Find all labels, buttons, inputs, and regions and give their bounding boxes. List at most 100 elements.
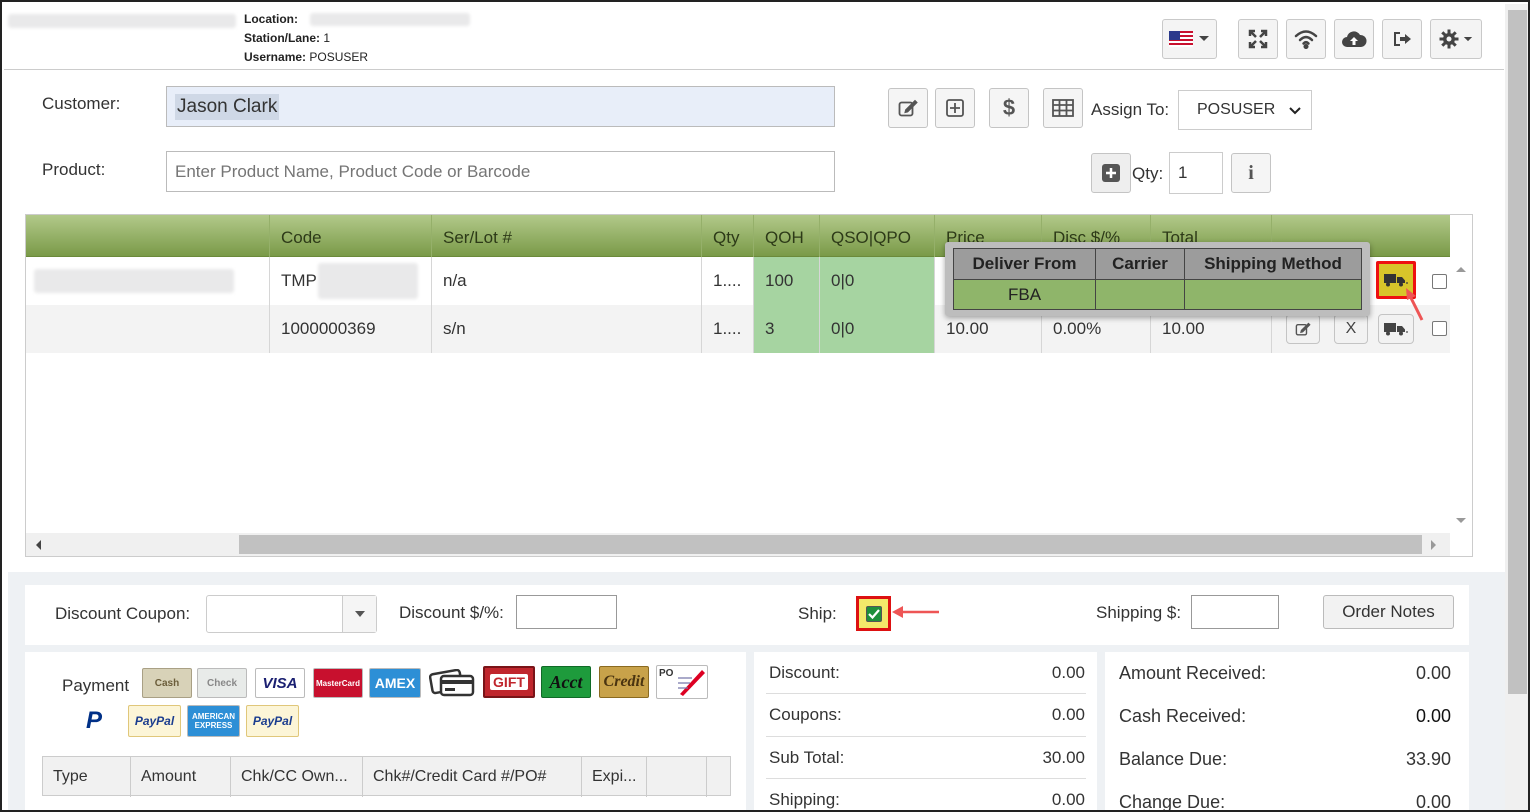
american-express-button[interactable]: AMERICAN EXPRESS [187, 705, 240, 737]
shipping-method-header: Shipping Method [1184, 248, 1362, 280]
cell-qoh: 3 [753, 305, 819, 353]
cloud-sync-button[interactable] [1334, 19, 1374, 59]
checkmark-icon [867, 608, 880, 619]
visa-payment-button[interactable]: VISA [255, 668, 305, 698]
logout-icon [1394, 32, 1411, 46]
mastercard-payment-button[interactable]: MasterCard [313, 668, 363, 698]
edit-customer-button[interactable] [888, 88, 928, 128]
settings-button[interactable] [1430, 19, 1482, 59]
gear-icon [1439, 29, 1459, 49]
paypal-alt-button[interactable]: PayPal [246, 705, 299, 737]
code-redacted [318, 263, 418, 299]
location-label: Location: [244, 12, 298, 26]
card-payment-button[interactable] [427, 668, 477, 698]
logout-button[interactable] [1382, 19, 1422, 59]
grid-scrollbar-horizontal[interactable] [26, 533, 1450, 556]
cell-qty[interactable]: 1.... [701, 257, 753, 305]
coupon-dropdown-toggle[interactable] [342, 596, 376, 632]
account-payment-button[interactable]: Acct [541, 666, 591, 698]
qty-input[interactable]: 1 [1169, 152, 1223, 194]
col-qoh[interactable]: QOH [753, 215, 819, 257]
paypal-button[interactable]: PayPal [128, 705, 181, 737]
qty-value: 1 [1178, 163, 1188, 182]
edit-line-button[interactable] [1286, 314, 1320, 344]
col-type[interactable]: Type [43, 757, 130, 797]
page-scrollbar[interactable] [1505, 4, 1528, 810]
credit-payment-button[interactable]: Credit [599, 666, 649, 698]
divider [766, 778, 1086, 779]
select-line-checkbox[interactable] [1432, 321, 1447, 336]
change-due-value: 0.00 [1415, 792, 1451, 812]
col-extra [646, 757, 706, 797]
payment-summary-panel: Amount Received: 0.00 Cash Received: 0.0… [1105, 652, 1469, 812]
truck-icon [1384, 323, 1408, 336]
edit-icon [898, 99, 918, 117]
product-search-input[interactable] [166, 151, 835, 192]
col-serlot[interactable]: Ser/Lot # [431, 215, 701, 257]
language-button[interactable] [1162, 19, 1217, 59]
cell-code: 1000000369 [269, 305, 431, 353]
add-customer-button[interactable] [935, 88, 975, 128]
annotation-arrow [1406, 288, 1424, 321]
col-owner[interactable]: Chk/CC Own... [230, 757, 362, 797]
wifi-button[interactable] [1286, 19, 1326, 59]
us-flag-icon [1169, 31, 1193, 47]
shipping-method-value [1184, 279, 1362, 310]
grid-scrollbar-vertical[interactable] [1450, 257, 1472, 533]
ship-checkbox[interactable] [865, 605, 882, 622]
col-card-number[interactable]: Chk#/Credit Card #/PO# [362, 757, 581, 797]
order-notes-button[interactable]: Order Notes [1323, 595, 1454, 629]
deliver-from-value: FBA [953, 279, 1096, 310]
pos-window: Location: Station/Lane: 1 Username: POSU… [0, 0, 1530, 812]
username-value: POSUSER [309, 50, 369, 64]
col-qso-qpo[interactable]: QSO|QPO [819, 215, 934, 257]
info-icon: i [1248, 161, 1254, 184]
cell-qoh: 100 [753, 257, 819, 305]
col-code[interactable]: Code [269, 215, 431, 257]
cash-payment-button[interactable]: Cash [142, 668, 192, 698]
discount-total-value: 0.00 [1051, 663, 1085, 682]
coupons-value: 0.00 [1051, 705, 1085, 724]
plus-square-icon [946, 99, 964, 117]
assign-to-label: Assign To: [1091, 100, 1170, 119]
chevron-down-icon [1289, 107, 1301, 115]
col-amount[interactable]: Amount [130, 757, 230, 797]
select-line-checkbox[interactable] [1432, 274, 1447, 289]
cell-serlot: s/n [431, 305, 701, 353]
col-qty[interactable]: Qty [701, 215, 753, 257]
product-info-button[interactable]: i [1231, 153, 1271, 193]
add-product-button[interactable] [1091, 153, 1131, 193]
ship-checkbox-highlight [856, 596, 891, 631]
check-payment-button[interactable]: Check [197, 668, 247, 698]
po-payment-button[interactable]: PO [656, 665, 708, 699]
amex-payment-button[interactable]: AMEX [369, 668, 421, 698]
carrier-value [1095, 279, 1185, 310]
payment-label: Payment [62, 676, 130, 695]
col-expiry[interactable]: Expi... [581, 757, 646, 797]
page-scrollbar-thumb[interactable] [1508, 10, 1527, 694]
credit-label: Credit [603, 673, 645, 690]
carrier-header: Carrier [1095, 248, 1185, 280]
cash-received-value: 0.00 [1415, 706, 1451, 726]
truck-icon [1384, 274, 1408, 287]
grid-scrollbar-thumb[interactable] [239, 535, 1422, 554]
gift-payment-button[interactable]: GIFT [483, 666, 535, 698]
paypal-p-label: P [85, 707, 102, 734]
paypal-alt-label: PayPal [252, 714, 293, 728]
price-button[interactable]: $ [989, 88, 1029, 128]
customer-field[interactable]: Jason Clark [166, 86, 835, 127]
delete-line-button[interactable]: X [1334, 314, 1368, 344]
cell-qso-qpo: 0|0 [819, 257, 934, 305]
paypal-logo-button[interactable]: P [69, 705, 119, 737]
table-view-button[interactable] [1043, 88, 1083, 128]
shipping-amount-input[interactable] [1191, 595, 1279, 629]
po-label: PO [659, 668, 674, 679]
paypal-label: PayPal [134, 714, 175, 728]
assign-to-select[interactable]: POSUSER [1178, 90, 1312, 130]
cell-qty[interactable]: 1.... [701, 305, 753, 353]
shipping-amount-label: Shipping $: [1096, 603, 1182, 622]
fullscreen-button[interactable] [1238, 19, 1278, 59]
discount-input[interactable] [516, 595, 617, 629]
discount-coupon-select[interactable] [206, 595, 377, 633]
shipping-info-popup: Deliver From Carrier Shipping Method FBA [945, 242, 1370, 316]
